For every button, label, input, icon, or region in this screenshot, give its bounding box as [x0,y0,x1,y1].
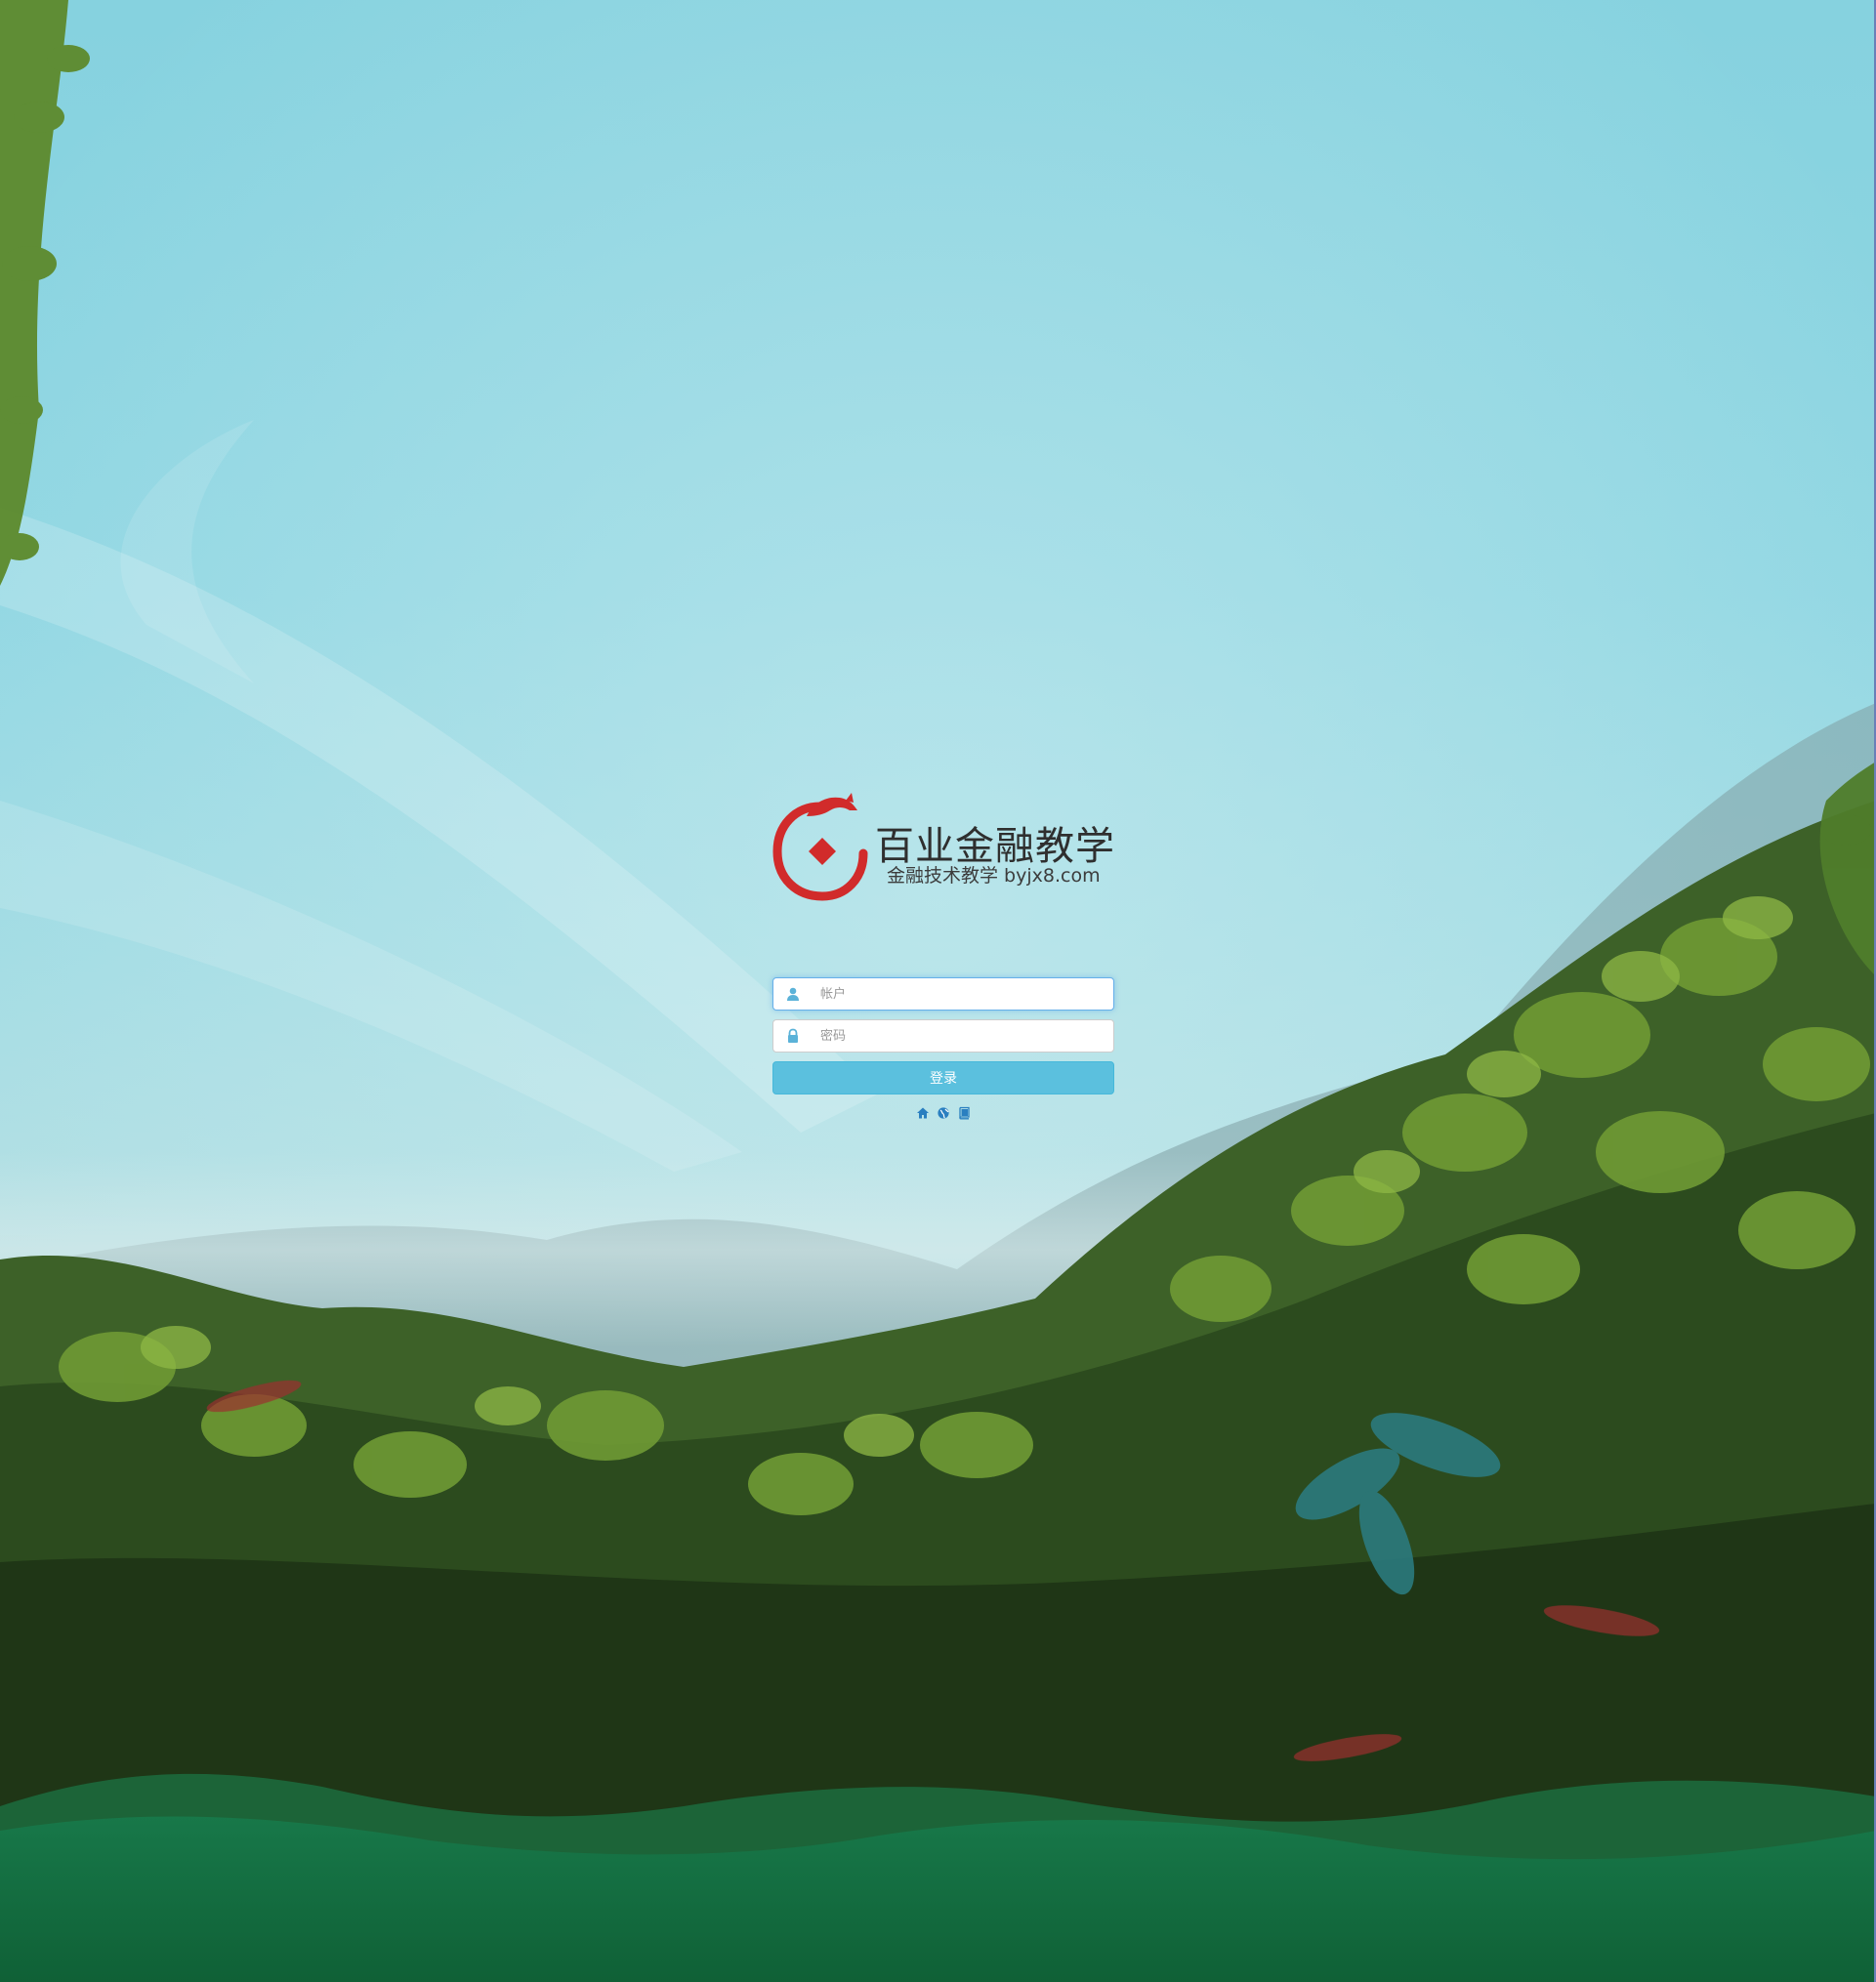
dragon-coin-icon [772,793,868,901]
docs-link[interactable] [957,1105,971,1120]
book-icon [959,1106,970,1120]
lock-icon [788,1028,798,1043]
brand-subtitle: 金融技术教学 byjx8.com [887,865,1101,887]
brand-logo: 百业金融教学 金融技术教学 byjx8.com [771,789,1123,904]
home-link[interactable] [916,1105,930,1119]
footer-links [772,1105,1114,1120]
password-input[interactable] [820,1020,1104,1052]
website-link[interactable] [937,1105,950,1119]
login-button[interactable]: 登录 [772,1061,1114,1094]
login-form: 登录 [772,977,1114,1120]
password-field [772,1019,1114,1053]
user-icon [787,987,799,1001]
globe-icon [938,1107,949,1119]
account-input[interactable] [820,978,1104,1010]
account-field [772,977,1114,1011]
home-icon [916,1107,929,1119]
